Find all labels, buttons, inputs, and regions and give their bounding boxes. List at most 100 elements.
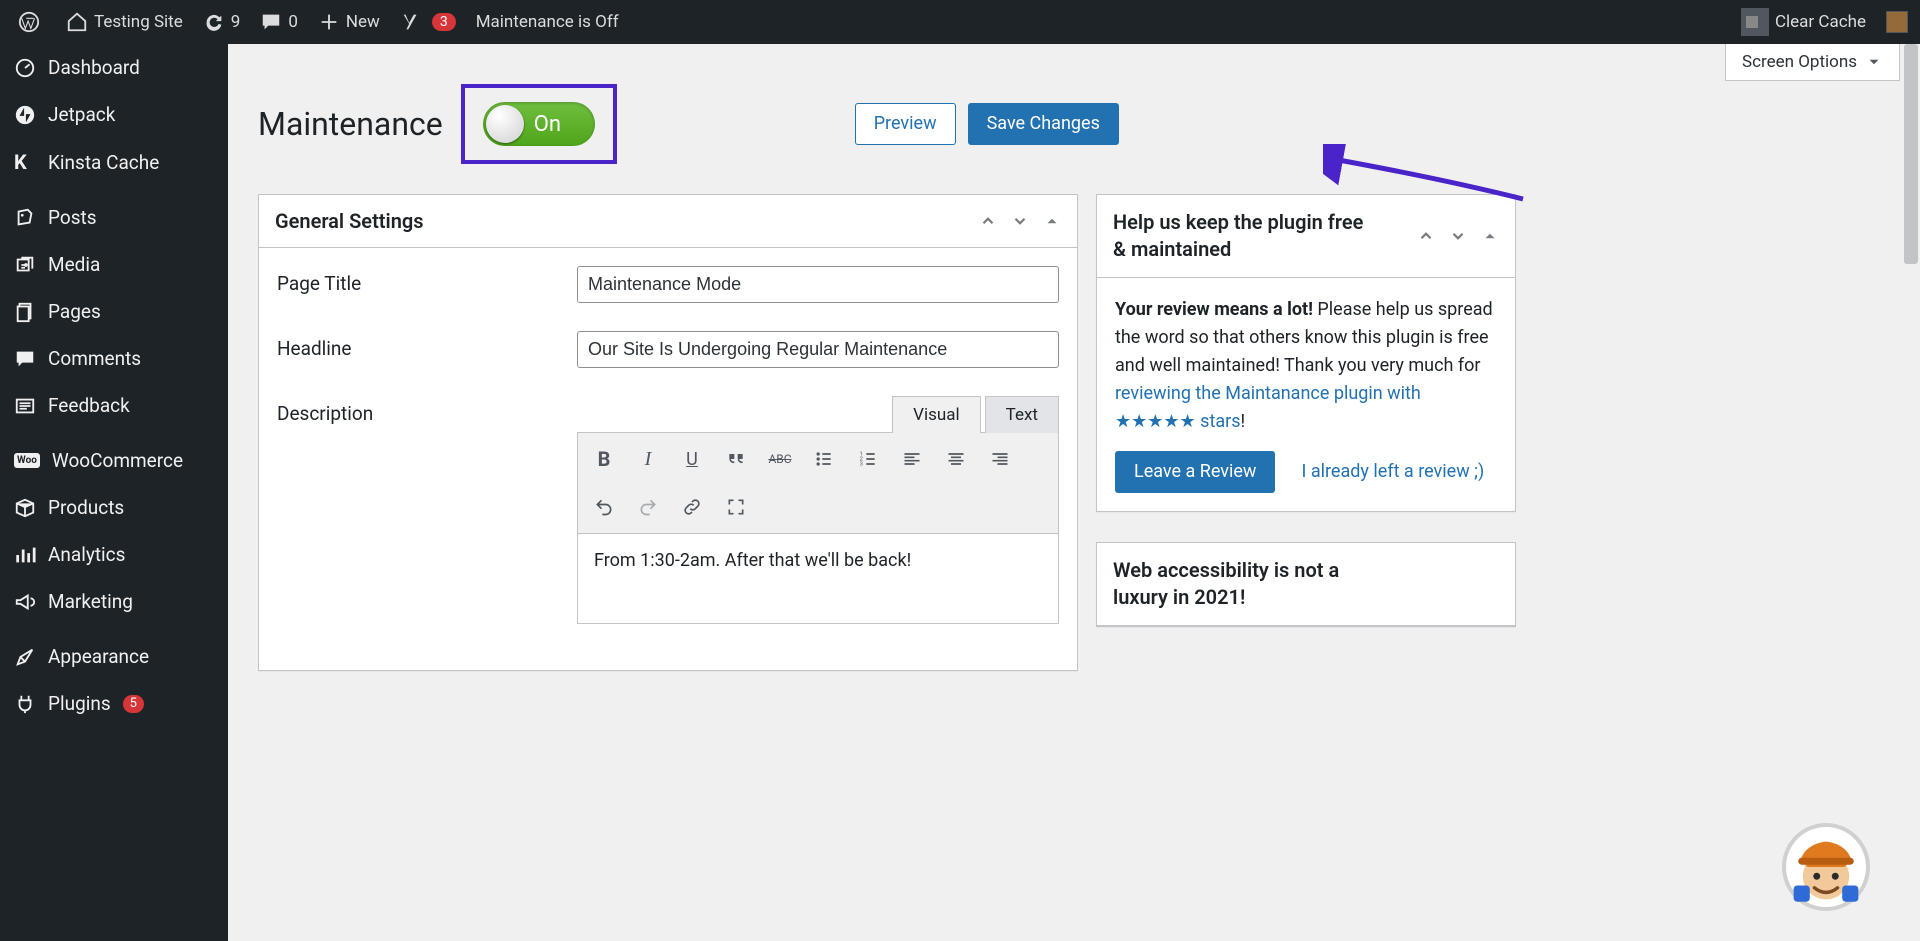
- sidebar-item-media[interactable]: Media: [0, 241, 228, 288]
- caret-down-icon: [1865, 53, 1883, 71]
- clear-cache-icon: [1741, 8, 1769, 36]
- redo-button[interactable]: [628, 487, 668, 527]
- sidebar-separator: [0, 625, 228, 633]
- headline-label: Headline: [277, 331, 557, 360]
- sidebar-item-marketing[interactable]: Marketing: [0, 578, 228, 625]
- align-right-button[interactable]: [980, 439, 1020, 479]
- description-content: From 1:30-2am. After that we'll be back!: [594, 550, 911, 571]
- updates-count: 9: [231, 12, 241, 32]
- sidebar-item-label: Comments: [48, 347, 141, 370]
- new-label: New: [346, 12, 380, 32]
- plugins-update-badge: 5: [123, 695, 144, 713]
- site-link[interactable]: Testing Site: [56, 0, 193, 44]
- bold-button[interactable]: B: [584, 439, 624, 479]
- sidebar-item-kinsta-cache[interactable]: K Kinsta Cache: [0, 138, 228, 186]
- sidebar-item-appearance[interactable]: Appearance: [0, 633, 228, 680]
- sidebar-item-pages[interactable]: Pages: [0, 288, 228, 335]
- undo-button[interactable]: [584, 487, 624, 527]
- sidebar-separator: [0, 186, 228, 194]
- strikethrough-button[interactable]: ABC: [760, 439, 800, 479]
- caret-up-icon[interactable]: [1043, 212, 1061, 230]
- chevron-up-icon[interactable]: [1417, 227, 1435, 245]
- clear-cache-label: Clear Cache: [1775, 12, 1866, 32]
- review-link[interactable]: reviewing the Maintanance plugin with ★★…: [1115, 383, 1421, 432]
- user-menu[interactable]: [1876, 0, 1912, 44]
- sidebar-item-woocommerce[interactable]: Woo WooCommerce: [0, 437, 228, 484]
- sidebar-item-label: Dashboard: [48, 56, 140, 79]
- ol-button[interactable]: 123: [848, 439, 888, 479]
- maintenance-toggle[interactable]: On: [483, 102, 595, 146]
- screen-options-toggle[interactable]: Screen Options: [1725, 44, 1900, 81]
- save-changes-button[interactable]: Save Changes: [968, 103, 1119, 145]
- quote-button[interactable]: [716, 439, 756, 479]
- visual-tab[interactable]: Visual: [892, 396, 980, 433]
- yoast-count: 3: [432, 13, 456, 31]
- general-settings-panel: General Settings Page Title: [258, 194, 1078, 671]
- clear-cache-link[interactable]: Clear Cache: [1731, 0, 1876, 44]
- page-title-input[interactable]: [577, 266, 1059, 303]
- page-title-label: Page Title: [277, 266, 557, 295]
- new-content-link[interactable]: New: [308, 0, 390, 44]
- sidebar-item-label: Posts: [48, 206, 97, 229]
- chevron-down-icon[interactable]: [1011, 212, 1029, 230]
- headline-input[interactable]: [577, 331, 1059, 368]
- text-tab[interactable]: Text: [985, 396, 1059, 433]
- comments-count: 0: [288, 12, 298, 32]
- panel-title: Help us keep the plugin free & maintaine…: [1113, 209, 1373, 263]
- sidebar-item-label: Marketing: [48, 590, 133, 613]
- sidebar-item-label: Products: [48, 496, 124, 519]
- link-button[interactable]: [672, 487, 712, 527]
- scrollbar-thumb[interactable]: [1904, 44, 1918, 264]
- svg-text:3: 3: [860, 462, 863, 468]
- page-title: Maintenance: [258, 105, 443, 143]
- sidebar-item-label: Media: [48, 253, 100, 276]
- sidebar-item-label: Analytics: [48, 543, 125, 566]
- sidebar-item-label: WooCommerce: [52, 449, 183, 472]
- fullscreen-button[interactable]: [716, 487, 756, 527]
- maintenance-status-link[interactable]: Maintenance is Off: [466, 0, 629, 44]
- underline-button[interactable]: U: [672, 439, 712, 479]
- italic-button[interactable]: I: [628, 439, 668, 479]
- sidebar-item-products[interactable]: Products: [0, 484, 228, 531]
- comments-link[interactable]: 0: [250, 0, 308, 44]
- description-editor[interactable]: From 1:30-2am. After that we'll be back!: [577, 534, 1059, 624]
- screen-options-label: Screen Options: [1742, 52, 1857, 72]
- review-panel: Help us keep the plugin free & maintaine…: [1096, 194, 1516, 512]
- align-left-button[interactable]: [892, 439, 932, 479]
- accessibility-panel: Web accessibility is not a luxury in 202…: [1096, 542, 1516, 627]
- panel-title: General Settings: [275, 209, 424, 233]
- sidebar-item-label: Pages: [48, 300, 101, 323]
- yoast-link[interactable]: 3: [390, 0, 466, 44]
- kinsta-icon: K: [14, 150, 36, 174]
- preview-button[interactable]: Preview: [855, 103, 956, 145]
- review-exclaim: !: [1241, 411, 1246, 432]
- sidebar-item-label: Feedback: [48, 394, 130, 417]
- sidebar-item-plugins[interactable]: Plugins 5: [0, 680, 228, 727]
- updates-link[interactable]: 9: [193, 0, 251, 44]
- site-name: Testing Site: [94, 12, 183, 32]
- sidebar-item-jetpack[interactable]: Jetpack: [0, 91, 228, 138]
- caret-up-icon[interactable]: [1481, 227, 1499, 245]
- ul-button[interactable]: [804, 439, 844, 479]
- mascot-button[interactable]: [1782, 823, 1870, 911]
- sidebar-item-feedback[interactable]: Feedback: [0, 382, 228, 429]
- sidebar-item-label: Jetpack: [48, 103, 115, 126]
- sidebar-item-dashboard[interactable]: Dashboard: [0, 44, 228, 91]
- sidebar-item-posts[interactable]: Posts: [0, 194, 228, 241]
- sidebar-separator: [0, 429, 228, 437]
- avatar: [1886, 11, 1908, 33]
- already-reviewed-link[interactable]: I already left a review ;): [1301, 461, 1484, 482]
- toggle-knob: [486, 105, 524, 143]
- leave-review-button[interactable]: Leave a Review: [1115, 451, 1275, 493]
- toggle-label: On: [534, 112, 561, 137]
- sidebar-item-comments[interactable]: Comments: [0, 335, 228, 382]
- align-center-button[interactable]: [936, 439, 976, 479]
- chevron-up-icon[interactable]: [979, 212, 997, 230]
- sidebar-item-analytics[interactable]: Analytics: [0, 531, 228, 578]
- woo-icon: Woo: [14, 453, 40, 468]
- wp-logo[interactable]: [8, 0, 56, 44]
- toggle-highlight: On: [461, 84, 617, 164]
- scrollbar[interactable]: [1902, 44, 1920, 941]
- editor-toolbar: B I U ABC 123: [577, 432, 1059, 534]
- chevron-down-icon[interactable]: [1449, 227, 1467, 245]
